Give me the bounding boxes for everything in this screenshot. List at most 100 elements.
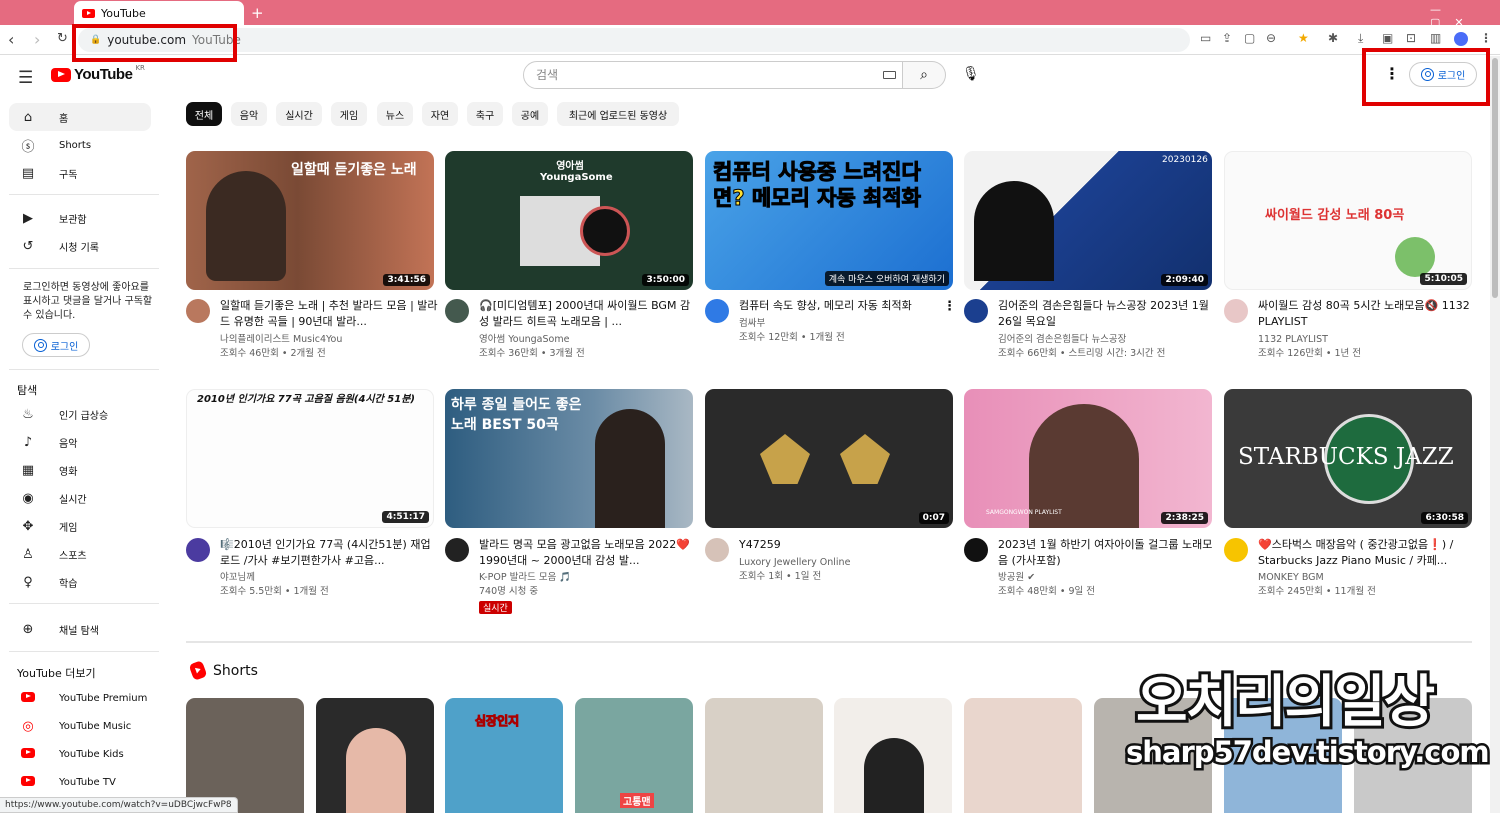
- channel-name[interactable]: MONKEY BGM: [1258, 571, 1478, 585]
- short-thumbnail[interactable]: 심장인지: [445, 698, 563, 813]
- channel-name[interactable]: K-POP 발라드 모음 🎵: [479, 571, 699, 585]
- video-thumbnail[interactable]: 20230126 2:09:40: [964, 151, 1212, 290]
- channel-name[interactable]: 1132 PLAYLIST: [1258, 333, 1478, 347]
- sidebar-item-youtube-kids[interactable]: YouTube Kids: [9, 740, 151, 768]
- short-thumbnail[interactable]: [834, 698, 952, 813]
- short-thumbnail[interactable]: [186, 698, 304, 813]
- video-menu-icon[interactable]: ⋮: [943, 299, 956, 314]
- sidebar-item-live[interactable]: ◉ 실시간: [9, 484, 151, 512]
- chip-recently-uploaded[interactable]: 최근에 업로드된 동영상: [557, 102, 679, 126]
- sidebar-item-history[interactable]: ↺ 시청 기록: [9, 232, 151, 260]
- sidebar-item-library[interactable]: ▶ 보관함: [9, 204, 151, 232]
- sidebar-item-shorts[interactable]: ⓢ Shorts: [9, 131, 151, 159]
- channel-avatar[interactable]: [445, 299, 469, 323]
- sidebar-item-learning[interactable]: ♀ 학습: [9, 568, 151, 596]
- youtube-logo[interactable]: YouTube KR: [51, 64, 145, 83]
- search-button[interactable]: ⌕: [903, 61, 946, 89]
- channel-avatar[interactable]: [705, 538, 729, 562]
- sidebar-login-button[interactable]: 로그인: [22, 333, 90, 357]
- profile-avatar[interactable]: [1454, 32, 1468, 46]
- chip-gaming[interactable]: 게임: [331, 102, 367, 126]
- chip-news[interactable]: 뉴스: [377, 102, 413, 126]
- hamburger-menu-icon[interactable]: ☰: [18, 68, 33, 88]
- reload-icon[interactable]: ↻: [57, 31, 68, 46]
- channel-avatar[interactable]: [964, 538, 988, 562]
- short-thumbnail[interactable]: [316, 698, 434, 813]
- new-tab-icon[interactable]: +: [251, 4, 264, 22]
- sidebar-item-youtube-premium[interactable]: YouTube Premium: [9, 684, 151, 712]
- channel-avatar[interactable]: [186, 299, 210, 323]
- sidebar-item-gaming[interactable]: ✥ 게임: [9, 512, 151, 540]
- channel-avatar[interactable]: [445, 538, 469, 562]
- sidebar-item-sports[interactable]: ♙ 스포츠: [9, 540, 151, 568]
- video-thumbnail[interactable]: 0:07: [705, 389, 953, 528]
- video-thumbnail[interactable]: 2010년 인기가요 77곡 고음질 음원(4시간 51분) 4:51:17: [186, 389, 434, 528]
- microphone-icon[interactable]: 🎙: [962, 66, 980, 82]
- channel-name[interactable]: 영아썸 YoungaSome: [479, 333, 699, 347]
- chip-nature[interactable]: 자연: [422, 102, 458, 126]
- video-thumbnail[interactable]: 하루 종일 들어도 좋은노래 BEST 50곡: [445, 389, 693, 528]
- channel-name[interactable]: 컴싸부: [739, 317, 959, 331]
- channel-name[interactable]: 방공원 ✔: [998, 571, 1218, 585]
- channel-name[interactable]: 야꼬님께: [220, 571, 440, 585]
- sidebar-item-trending[interactable]: ♨ 인기 급상승: [9, 400, 151, 428]
- video-title[interactable]: 🎼2010년 인기가요 77곡 (4시간51분) 재업로드 /가사 #보기편한가…: [220, 537, 440, 569]
- channel-avatar[interactable]: [1224, 538, 1248, 562]
- video-title[interactable]: 일할때 듣기좋은 노래 | 추천 발라드 모음 | 발라드 유명한 곡들 | 9…: [220, 298, 440, 330]
- channel-name[interactable]: Luxory Jewellery Online: [739, 556, 959, 570]
- share-icon[interactable]: ⇪: [1222, 31, 1232, 45]
- video-title[interactable]: 🎧[미디엄템포] 2000년대 싸이월드 BGM 감성 발라드 히트곡 노래모음…: [479, 298, 699, 330]
- browser-menu-icon[interactable]: ⋮: [1480, 31, 1492, 45]
- short-thumbnail[interactable]: [964, 698, 1082, 813]
- keyboard-icon[interactable]: [883, 71, 896, 79]
- video-thumbnail[interactable]: 일할때 듣기좋은 노래 3:41:56: [186, 151, 434, 290]
- chip-soccer[interactable]: 축구: [467, 102, 503, 126]
- video-title[interactable]: 컴퓨터 속도 향상, 메모리 자동 최적화: [739, 298, 959, 314]
- scrollbar-thumb[interactable]: [1492, 58, 1498, 298]
- chip-music[interactable]: 음악: [231, 102, 267, 126]
- video-title[interactable]: 김어준의 겸손은힘들다 뉴스공장 2023년 1월 26일 목요일: [998, 298, 1218, 330]
- video-title[interactable]: 싸이월드 감성 80곡 5시간 노래모음🔇 1132 PLAYLIST: [1258, 298, 1478, 330]
- channel-name[interactable]: 나의플레이리스트 Music4You: [220, 333, 440, 347]
- sidebar-icon[interactable]: ▥: [1430, 31, 1441, 45]
- address-bar[interactable]: 🔒 youtube.com YouTube: [78, 28, 1190, 52]
- video-thumbnail[interactable]: 영아썸 YoungaSome 3:50:00: [445, 151, 693, 290]
- send-icon[interactable]: ▢: [1244, 31, 1255, 45]
- cast-icon[interactable]: ▭: [1200, 31, 1211, 45]
- chip-live[interactable]: 실시간: [276, 102, 322, 126]
- sidebar-item-home[interactable]: ⌂ 홈: [9, 103, 151, 131]
- bookmark-star-icon[interactable]: ★: [1298, 31, 1309, 45]
- sidebar-item-youtube-music[interactable]: ◎ YouTube Music: [9, 712, 151, 740]
- channel-avatar[interactable]: [705, 299, 729, 323]
- video-title[interactable]: 2023년 1월 하반기 여자아이돌 걸그룹 노래모음 (가사포함): [998, 537, 1218, 569]
- video-title[interactable]: Y47259: [739, 537, 959, 553]
- sidebar-item-subscriptions[interactable]: ▤ 구독: [9, 159, 151, 187]
- download-icon[interactable]: ⤓: [1358, 31, 1363, 46]
- video-title[interactable]: ❤️스타벅스 매장음악 ( 중간광고없음❗) / Starbucks Jazz …: [1258, 537, 1478, 569]
- extensions-icon[interactable]: ✱: [1328, 31, 1338, 45]
- video-thumbnail[interactable]: 싸이월드 감성 노래 80곡 5:10:05: [1224, 151, 1472, 290]
- search-input[interactable]: 검색: [523, 61, 903, 89]
- chip-crafts[interactable]: 공예: [512, 102, 548, 126]
- forward-icon[interactable]: ›: [34, 30, 40, 49]
- short-thumbnail[interactable]: [705, 698, 823, 813]
- sidebar-item-movies[interactable]: ▦ 영화: [9, 456, 151, 484]
- channel-avatar[interactable]: [186, 538, 210, 562]
- sidebar-item-browse-channels[interactable]: ⊕ 채널 탐색: [9, 615, 151, 643]
- screenshot-icon[interactable]: ⊡: [1406, 31, 1416, 45]
- browser-tab[interactable]: YouTube: [74, 1, 244, 25]
- channel-avatar[interactable]: [1224, 299, 1248, 323]
- sidebar-item-youtube-tv[interactable]: YouTube TV: [9, 768, 151, 796]
- channel-avatar[interactable]: [964, 299, 988, 323]
- video-thumbnail[interactable]: 컴퓨터 사용중 느려진다면? 메모리 자동 최적화 계속 마우스 오버하여 재생…: [705, 151, 953, 290]
- zoom-icon[interactable]: ⊖: [1266, 31, 1276, 45]
- short-thumbnail[interactable]: 고통맨: [575, 698, 693, 813]
- video-title[interactable]: 발라드 명곡 모음 광고없음 노래모음 2022❤️1990년대 ~ 2000년…: [479, 537, 699, 569]
- video-thumbnail[interactable]: SAMGONGWON PLAYLIST 2:38:25: [964, 389, 1212, 528]
- chip-all[interactable]: 전체: [186, 102, 222, 126]
- sidebar-item-music[interactable]: ♪ 음악: [9, 428, 151, 456]
- channel-name[interactable]: 김어준의 겸손은힘들다 뉴스공장: [998, 333, 1218, 347]
- video-thumbnail[interactable]: STARBUCKS JAZZ 6:30:58: [1224, 389, 1472, 528]
- media-icon[interactable]: ▣: [1382, 31, 1393, 45]
- back-icon[interactable]: ‹: [8, 30, 14, 49]
